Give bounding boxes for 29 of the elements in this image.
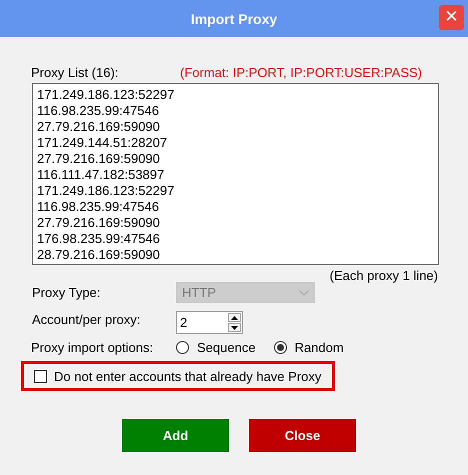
proxy-entry: 171.249.144.51:28207	[37, 135, 168, 151]
radio-button[interactable]	[176, 341, 189, 354]
proxy-entry: 116.111.47.182:53897	[37, 167, 166, 183]
radio-label: Random	[294, 340, 344, 355]
field-label: Proxy import options:	[31, 340, 154, 355]
proxy-list-field[interactable]	[32, 83, 439, 265]
proxy-entry: 176.98.235.99:47546	[37, 231, 161, 247]
field-label: Proxy Type:	[32, 285, 102, 300]
radio-label: Sequence	[197, 340, 256, 355]
add-button[interactable]: Add	[122, 419, 229, 452]
checkbox-label: Do not enter accounts that already have Proxy	[54, 368, 322, 384]
window-title: Import Proxy	[190, 10, 278, 26]
checkbox[interactable]	[34, 370, 47, 382]
caret-icon	[299, 290, 309, 296]
proxy-entry: 171.249.186.123:52297	[37, 87, 176, 103]
proxy-entry: 27.79.216.169:59090	[37, 119, 161, 135]
proxy-entry: 116.98.235.99:47546	[37, 199, 160, 215]
close-button[interactable]: ✕	[439, 5, 464, 30]
proxy-entry: 116.98.235.99:47546	[37, 103, 160, 119]
radio-button[interactable]	[274, 341, 287, 354]
format-hint: (Format: IP:PORT, IP:PORT:USER:PASS)	[180, 65, 422, 80]
field-label: Proxy List (16):	[31, 65, 120, 80]
proxy-entry: 171.249.186.123:52297	[37, 183, 176, 199]
line-hint: (Each proxy 1 line)	[330, 268, 438, 284]
proxy-entry: 27.79.216.169:59090	[37, 215, 161, 231]
proxy-entry: 27.79.216.169:59090	[37, 151, 161, 167]
proxy-entry: 28.79.216.169:59090	[37, 247, 161, 263]
field-label: Account/per proxy:	[32, 312, 142, 326]
close-button[interactable]: Close	[249, 419, 356, 452]
